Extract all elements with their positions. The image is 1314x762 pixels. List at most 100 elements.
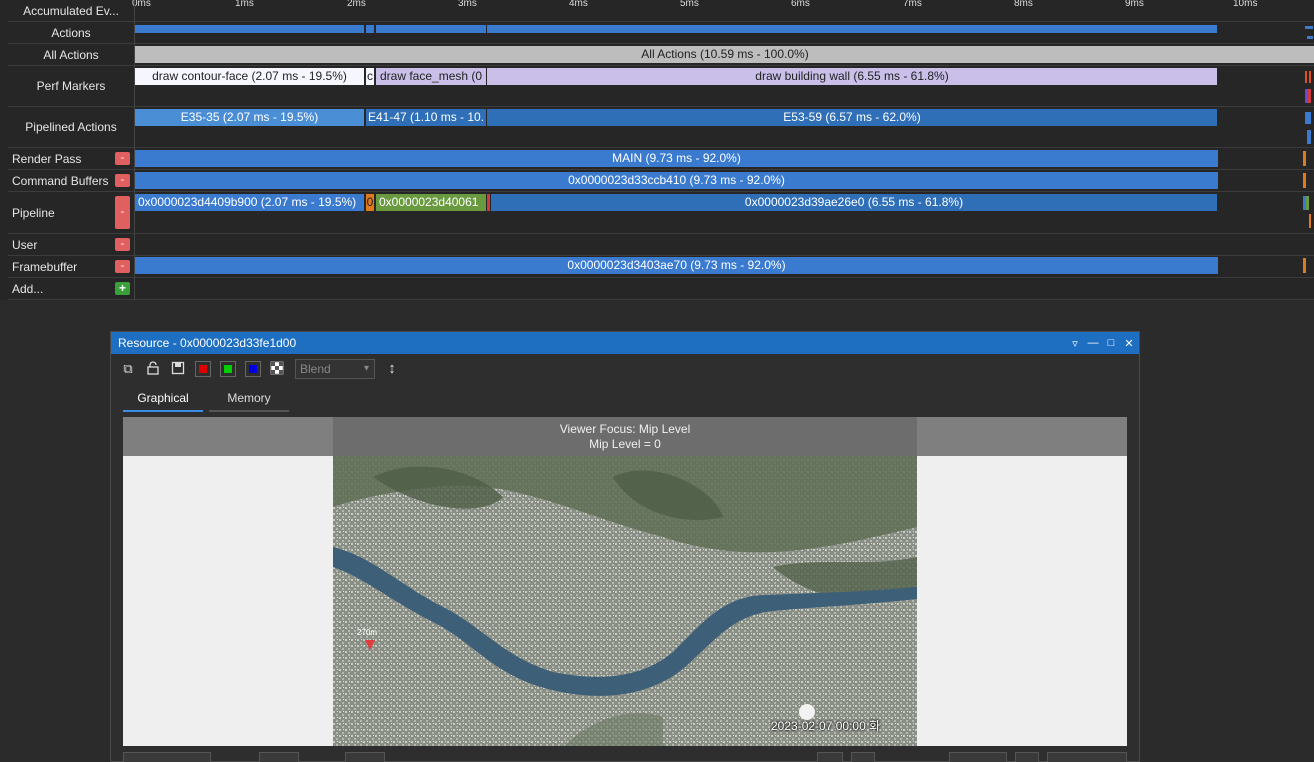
view-tabs: Graphical Memory [123, 388, 289, 412]
close-icon[interactable]: ✕ [1123, 337, 1135, 350]
flip-vertical-icon[interactable]: ↕ [384, 361, 400, 377]
tab-graphical[interactable]: Graphical [123, 388, 203, 412]
pipeline-bar-a[interactable]: 0x0000023d4409b900 (2.07 ms - 19.5%) [135, 194, 364, 211]
map-marker-label: 270m [357, 628, 377, 637]
resource-toolbar: ⧉ Blend ↕ [111, 354, 1139, 384]
pipeline-remove-button[interactable]: - [115, 196, 130, 229]
actions-lane[interactable] [135, 22, 1314, 43]
color-swatch[interactable] [817, 752, 843, 762]
pipeline-bar-d[interactable]: 0x0000023d39ae26e0 (6.55 ms - 61.8%) [491, 194, 1217, 211]
pipelined-minimap-a [1305, 112, 1311, 124]
render-pass-main[interactable]: MAIN (9.73 ms - 92.0%) [135, 150, 1218, 167]
tick-6: 6ms [791, 0, 810, 9]
image-timestamp: 2023-02-07 00:00 화 [771, 719, 881, 733]
add-row: Add... + [8, 278, 1314, 300]
pipeline-row: Pipeline - 0x0000023d4409b900 (2.07 ms -… [8, 192, 1314, 234]
pipeline-minimap-c [1309, 214, 1311, 228]
x-field[interactable] [259, 752, 299, 762]
picker-icon[interactable] [851, 752, 875, 762]
green-channel-toggle[interactable] [220, 361, 236, 377]
alpha-channel-toggle[interactable] [270, 361, 286, 377]
pipeline-minimap-b [1306, 196, 1309, 210]
perf-minimap-b [1309, 71, 1311, 83]
add-button[interactable]: + [115, 282, 130, 295]
render-pass-minimap [1303, 151, 1306, 166]
all-actions-row: All Actions All Actions (10.59 ms - 100.… [8, 44, 1314, 66]
red-channel-toggle[interactable] [195, 361, 211, 377]
pipeline-bar-tiny[interactable] [487, 194, 490, 211]
lock-icon[interactable] [145, 361, 161, 377]
tick-2: 2ms [347, 0, 366, 9]
tab-memory[interactable]: Memory [209, 388, 289, 412]
perf-marker-building-wall[interactable]: draw building wall (6.55 ms - 61.8%) [487, 68, 1217, 85]
render-pass-remove-button[interactable]: - [115, 152, 130, 165]
all-actions-bar[interactable]: All Actions (10.59 ms - 100.0%) [135, 46, 1314, 63]
user-row: User - [8, 234, 1314, 256]
tick-7: 7ms [903, 0, 922, 9]
pipelined-actions-lane[interactable]: E35-35 (2.07 ms - 19.5%) E41-47 (1.10 ms… [135, 107, 1314, 147]
action-block-2[interactable] [366, 25, 374, 33]
all-actions-lane[interactable]: All Actions (10.59 ms - 100.0%) [135, 44, 1314, 65]
label-divider [134, 0, 135, 300]
timeline-ruler-row: Accumulated Ev... 0ms 1ms 2ms 3ms 4ms 5m… [8, 0, 1314, 22]
viewer-focus-title: Viewer Focus: Mip Level [559, 422, 691, 436]
sampling-dropdown[interactable] [949, 752, 1007, 762]
framebuffer-bar[interactable]: 0x0000023d3403ae70 (9.73 ms - 92.0%) [135, 257, 1218, 274]
pipelined-actions-row: Pipelined Actions E35-35 (2.07 ms - 19.5… [8, 107, 1314, 148]
ruler[interactable]: 0ms 1ms 2ms 3ms 4ms 5ms 6ms 7ms 8ms 9ms … [132, 0, 1314, 21]
framebuffer-row: Framebuffer - 0x0000023d3403ae70 (9.73 m… [8, 256, 1314, 278]
perf-markers-lane[interactable]: draw contour-face (2.07 ms - 19.5%) c dr… [135, 66, 1314, 106]
pipelined-e35[interactable]: E35-35 (2.07 ms - 19.5%) [135, 109, 364, 126]
window-menu-icon[interactable]: ▿ [1069, 337, 1081, 350]
tick-10: 10ms [1233, 0, 1258, 9]
mip-level-text: Mip Level = 0 [589, 437, 661, 451]
pipeline-bar-c[interactable]: 0x0000023d40061 [376, 194, 486, 211]
configure-button[interactable] [1047, 752, 1127, 762]
window-controls: ▿ — □ ✕ [1069, 332, 1135, 354]
minimize-icon[interactable]: — [1087, 337, 1099, 349]
tick-9: 9ms [1125, 0, 1144, 9]
perf-marker-face-mesh[interactable]: draw face_mesh (0 [376, 68, 486, 85]
render-pass-lane[interactable]: MAIN (9.73 ms - 92.0%) [135, 148, 1314, 169]
user-lane[interactable] [135, 234, 1314, 255]
pipeline-bar-b[interactable]: 0 [366, 194, 374, 211]
tick-3: 3ms [458, 0, 477, 9]
accumulated-events-label: Accumulated Ev... [23, 3, 119, 18]
blue-channel-toggle[interactable] [245, 361, 261, 377]
actions-minimap [1305, 26, 1313, 29]
framebuffer-remove-button[interactable]: - [115, 260, 130, 273]
resource-window-title[interactable]: Resource - 0x0000023d33fe1d00 [111, 332, 1139, 354]
measure-dropdown[interactable] [123, 752, 211, 762]
pipeline-lane[interactable]: 0x0000023d4409b900 (2.07 ms - 19.5%) 0 0… [135, 192, 1314, 233]
tick-4: 4ms [569, 0, 588, 9]
perf-marker-draw-contour[interactable]: draw contour-face (2.07 ms - 19.5%) [135, 68, 364, 85]
user-remove-button[interactable]: - [115, 238, 130, 251]
command-buffer-bar[interactable]: 0x0000023d33ccb410 (9.73 ms - 92.0%) [135, 172, 1218, 189]
framebuffer-lane[interactable]: 0x0000023d3403ae70 (9.73 ms - 92.0%) [135, 256, 1314, 277]
tick-1: 1ms [235, 0, 254, 9]
maximize-icon[interactable]: □ [1105, 337, 1117, 349]
pipelined-actions-label: Pipelined Actions [25, 120, 117, 134]
command-buffers-lane[interactable]: 0x0000023d33ccb410 (9.73 ms - 92.0%) [135, 170, 1314, 191]
actions-minimap-2 [1307, 36, 1313, 39]
y-field[interactable] [345, 752, 385, 762]
sort-icon[interactable] [1015, 752, 1039, 762]
command-buffers-remove-button[interactable]: - [115, 174, 130, 187]
action-block-3[interactable] [376, 25, 486, 33]
perf-markers-label: Perf Markers [36, 79, 106, 93]
perf-marker-small[interactable]: c [366, 68, 374, 85]
actions-label: Actions [51, 25, 91, 40]
action-block-1[interactable] [135, 25, 364, 33]
copy-icon[interactable]: ⧉ [120, 361, 136, 377]
blend-dropdown[interactable]: Blend [295, 359, 375, 379]
action-block-4[interactable] [487, 25, 1217, 33]
pipelined-e41[interactable]: E41-47 (1.10 ms - 10. [366, 109, 486, 126]
save-icon[interactable] [170, 361, 186, 377]
texture-viewer[interactable]: 270m Viewer Focus: Mip Level Mip Level =… [123, 417, 1127, 746]
perf-minimap-d [1308, 89, 1311, 103]
command-buffers-minimap [1303, 173, 1306, 188]
pipelined-e53[interactable]: E53-59 (6.57 ms - 62.0%) [487, 109, 1217, 126]
app-root: Accumulated Ev... 0ms 1ms 2ms 3ms 4ms 5m… [0, 0, 1314, 762]
all-actions-label: All Actions [43, 47, 99, 62]
texture-image: 270m [333, 417, 917, 746]
